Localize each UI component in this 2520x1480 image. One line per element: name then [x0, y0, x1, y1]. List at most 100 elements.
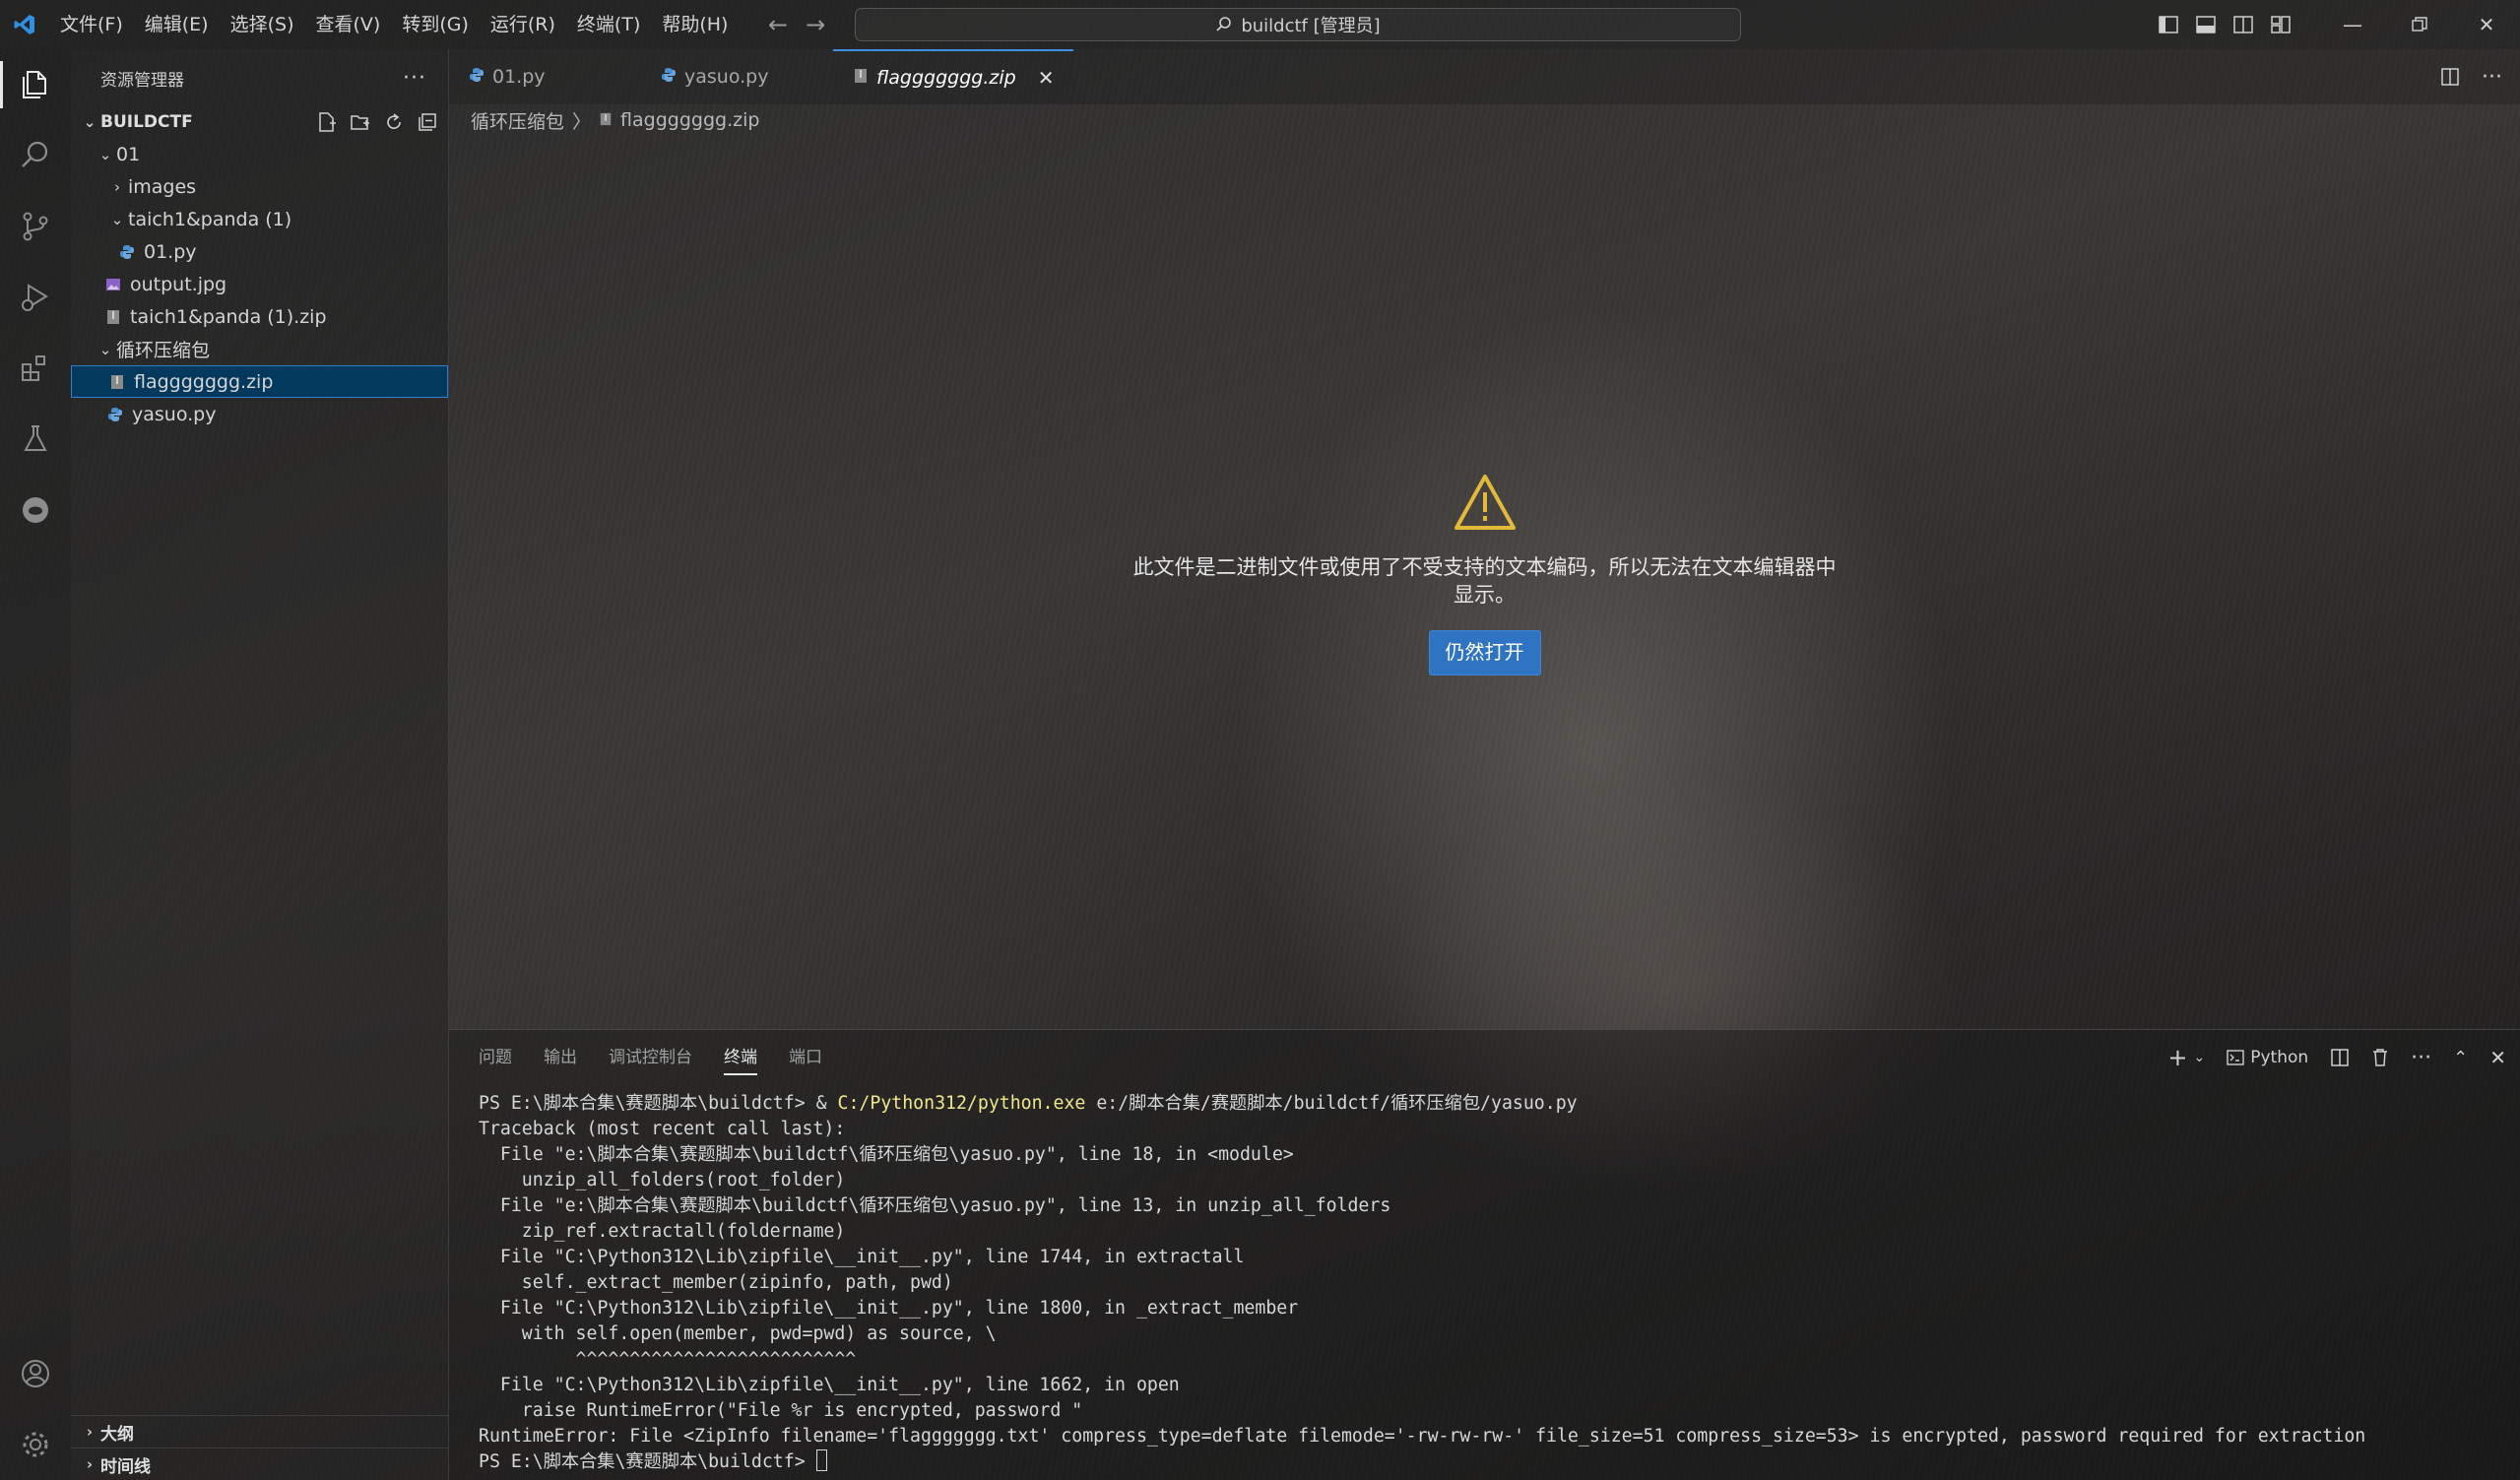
close-tab-icon[interactable]: ✕: [1038, 66, 1055, 90]
terminal-line: ^^^^^^^^^^^^^^^^^^^^^^^^^^: [479, 1349, 857, 1370]
toggle-secondary-sidebar-icon[interactable]: [2225, 0, 2262, 49]
python-file-icon: [469, 66, 485, 88]
maximize-panel-icon[interactable]: ⌃: [2453, 1048, 2468, 1068]
close-window-icon[interactable]: ✕: [2453, 0, 2520, 49]
customize-layout-icon[interactable]: [2262, 0, 2299, 49]
menu-run[interactable]: 运行(R): [480, 0, 566, 49]
accounts-icon[interactable]: [0, 1338, 71, 1409]
tree-label: output.jpg: [130, 273, 227, 295]
terminal-line: File "e:\脚本合集\赛题脚本\buildctf\循环压缩包\yasuo.…: [479, 1144, 1294, 1165]
more-actions-icon[interactable]: ···: [403, 66, 426, 91]
tree-folder-cycle-zip[interactable]: ⌄ 循环压缩包: [71, 333, 448, 365]
activity-bar: [0, 49, 71, 1480]
tab-problems[interactable]: 问题: [479, 1030, 512, 1085]
terminal-line: File "C:\Python312\Lib\zipfile\__init__.…: [479, 1247, 1245, 1267]
toggle-primary-sidebar-icon[interactable]: [2150, 0, 2187, 49]
terminal-prompt: PS E:\脚本合集\赛题脚本\buildctf>: [479, 1093, 816, 1114]
menu-selection[interactable]: 选择(S): [220, 0, 305, 49]
panel-actions: + ⌄ Python ··· ⌃ ✕: [2167, 1030, 2506, 1085]
menu-terminal[interactable]: 终端(T): [566, 0, 651, 49]
chevron-down-icon: ⌄: [98, 145, 112, 163]
tree-folder-01[interactable]: ⌄ 01: [71, 138, 448, 170]
tab-output[interactable]: 输出: [544, 1030, 577, 1085]
zip-file-icon: [599, 109, 613, 131]
close-panel-icon[interactable]: ✕: [2489, 1046, 2506, 1069]
menu-edit[interactable]: 编辑(E): [134, 0, 220, 49]
tree-label: taich1&panda (1).zip: [130, 305, 327, 328]
menu-help[interactable]: 帮助(H): [651, 0, 739, 49]
minimize-icon[interactable]: —: [2319, 0, 2386, 49]
tree-file-output-jpg[interactable]: output.jpg: [71, 268, 448, 300]
back-arrow-icon[interactable]: ←: [768, 11, 788, 38]
workspace-root-header[interactable]: ⌄ BUILDCTF: [71, 106, 448, 138]
restore-icon[interactable]: [2386, 0, 2453, 49]
terminal-amp: &: [815, 1093, 838, 1114]
chevron-right-icon: ›: [86, 1455, 94, 1473]
command-center-text: buildctf [管理员]: [1241, 16, 1381, 36]
terminal-line: Traceback (most recent call last):: [479, 1119, 846, 1139]
breadcrumb-folder[interactable]: 循环压缩包: [471, 107, 564, 134]
menu-go[interactable]: 转到(G): [391, 0, 480, 49]
tree-label: flaggggggg.zip: [134, 370, 274, 393]
tab-yasuo-py[interactable]: yasuo.py: [641, 49, 833, 104]
tree-label: taich1&panda (1): [128, 208, 292, 230]
terminal-icon: [2227, 1050, 2244, 1065]
settings-gear-icon[interactable]: [0, 1409, 71, 1480]
tab-terminal[interactable]: 终端: [724, 1030, 757, 1085]
terminal-line: File "e:\脚本合集\赛题脚本\buildctf\循环压缩包\yasuo.…: [479, 1195, 1391, 1216]
zip-file-icon: [853, 67, 869, 89]
binary-notice-message: 此文件是二进制文件或使用了不受支持的文本编码，所以无法在文本编辑器中显示。: [1132, 555, 1837, 607]
tree-file-flaggggggg-zip[interactable]: flaggggggg.zip: [71, 365, 448, 398]
terminal-command-line: PS E:\脚本合集\赛题脚本\buildctf> & C:/Python312…: [479, 1091, 2500, 1117]
terminal-line: self._extract_member(zipinfo, path, pwd): [479, 1272, 953, 1293]
forward-arrow-icon[interactable]: →: [806, 11, 825, 38]
outline-section[interactable]: › 大纲: [71, 1415, 448, 1448]
search-icon: [1216, 17, 1232, 32]
tab-ports[interactable]: 端口: [789, 1030, 822, 1085]
new-file-icon[interactable]: [316, 111, 338, 133]
tree-file-yasuo-py[interactable]: yasuo.py: [71, 398, 448, 430]
chevron-down-icon[interactable]: ⌄: [2193, 1050, 2205, 1065]
new-folder-icon[interactable]: [350, 111, 371, 133]
github-copilot-icon[interactable]: [0, 475, 71, 546]
run-and-debug-icon[interactable]: [0, 262, 71, 333]
refresh-icon[interactable]: [383, 111, 405, 133]
python-file-icon: [116, 244, 138, 260]
source-control-icon[interactable]: [0, 191, 71, 262]
command-center-search[interactable]: buildctf [管理员]: [855, 8, 1741, 41]
terminal-line: RuntimeError: File <ZipInfo filename='fl…: [479, 1426, 2366, 1447]
open-anyway-button[interactable]: 仍然打开: [1428, 630, 1541, 676]
terminal-output[interactable]: PS E:\脚本合集\赛题脚本\buildctf> & C:/Python312…: [479, 1091, 2500, 1475]
explorer-sidebar: 资源管理器 ··· ⌄ BUILDCTF ⌄ 01 › images ⌄ tai…: [71, 49, 449, 1480]
split-terminal-icon[interactable]: [2330, 1048, 2350, 1067]
new-terminal-icon[interactable]: +: [2167, 1044, 2187, 1071]
testing-flask-icon[interactable]: [0, 404, 71, 475]
trash-icon[interactable]: [2371, 1048, 2389, 1067]
menu-view[interactable]: 查看(V): [305, 0, 392, 49]
more-actions-icon[interactable]: ···: [2482, 65, 2502, 90]
more-actions-icon[interactable]: ···: [2411, 1046, 2431, 1070]
explorer-icon[interactable]: [0, 49, 71, 120]
breadcrumb-file[interactable]: flaggggggg.zip: [620, 109, 759, 131]
timeline-section[interactable]: › 时间线: [71, 1448, 448, 1480]
terminal-shell-selector[interactable]: Python: [2227, 1048, 2308, 1067]
tree-folder-taich1-panda[interactable]: ⌄ taich1&panda (1): [71, 203, 448, 235]
tree-label: 循环压缩包: [116, 340, 211, 361]
tab-label: flaggggggg.zip: [876, 67, 1016, 89]
tab-debug-console[interactable]: 调试控制台: [609, 1030, 692, 1085]
tree-file-taich1-panda-zip[interactable]: taich1&panda (1).zip: [71, 300, 448, 333]
toggle-panel-icon[interactable]: [2187, 0, 2225, 49]
terminal-prompt: PS E:\脚本合集\赛题脚本\buildctf>: [479, 1451, 816, 1472]
extensions-icon[interactable]: [0, 333, 71, 404]
tree-file-01-py[interactable]: 01.py: [71, 235, 448, 268]
tree-folder-images[interactable]: › images: [71, 170, 448, 203]
menu-file[interactable]: 文件(F): [49, 0, 134, 49]
split-editor-icon[interactable]: [2440, 67, 2460, 87]
terminal-line: with self.open(member, pwd=pwd) as sourc…: [479, 1323, 997, 1344]
collapse-all-icon[interactable]: [417, 111, 438, 133]
shell-label: Python: [2250, 1048, 2309, 1067]
terminal-cursor: [815, 1449, 827, 1471]
search-icon[interactable]: [0, 120, 71, 191]
tab-flaggggggg-zip[interactable]: flaggggggg.zip ✕: [833, 49, 1074, 104]
tab-01-py[interactable]: 01.py: [449, 49, 641, 104]
